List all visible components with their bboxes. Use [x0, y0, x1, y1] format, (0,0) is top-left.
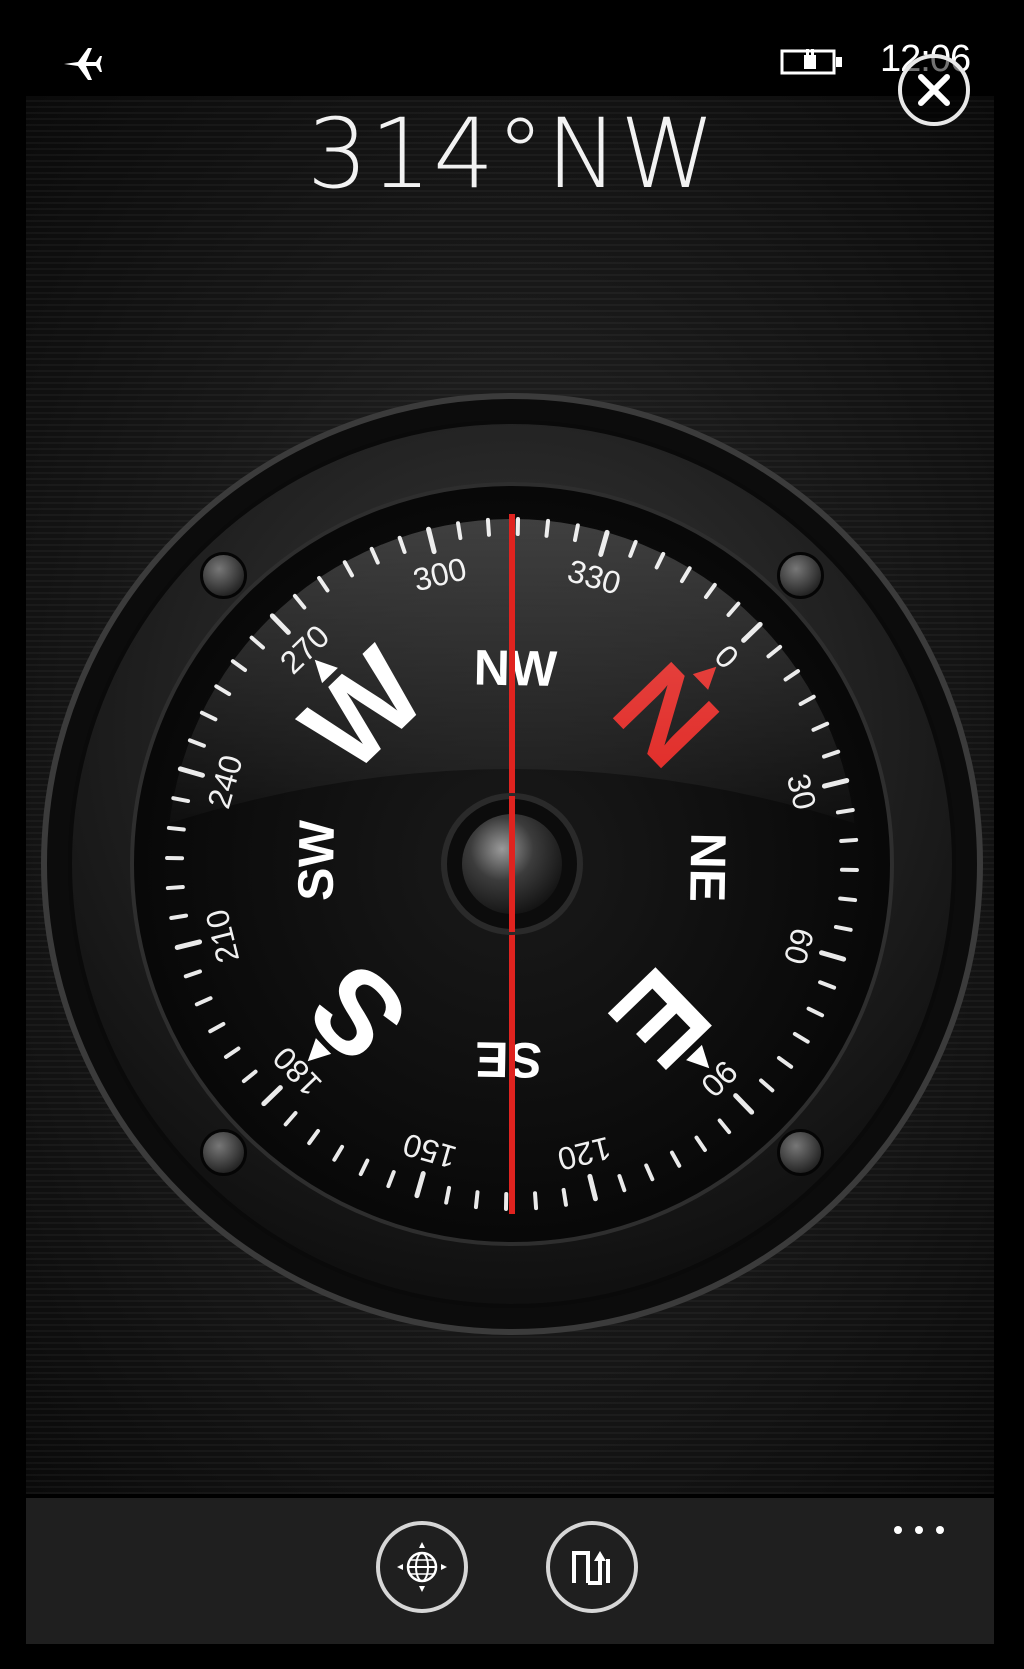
dial-tick [839, 837, 859, 843]
status-bar: 12:06 [0, 0, 1024, 100]
dial-tick [169, 913, 189, 920]
compass-dial: 0306090120150180210240270300330 NESWNESE… [41, 393, 983, 1335]
dial-tick [533, 1191, 539, 1211]
dial-tick [838, 896, 858, 903]
bezel-screw [200, 1128, 248, 1176]
calibrate-button[interactable] [546, 1521, 638, 1613]
calibrate-toggle-icon [572, 1551, 610, 1585]
airplane-icon [64, 48, 102, 80]
battery-charging-icon [780, 49, 842, 75]
more-button[interactable] [884, 1516, 954, 1544]
heading-degrees: 314° [307, 98, 547, 210]
bezel-screw [776, 552, 824, 600]
bezel-screw [776, 1128, 824, 1176]
dial-tick [833, 924, 853, 932]
intercardinal-se: SE [475, 1031, 543, 1088]
dial-tick [444, 1185, 452, 1205]
globe-map-icon [397, 1542, 447, 1592]
dial-tick [166, 825, 186, 832]
dial-tick [561, 1187, 568, 1207]
bezel-screw [200, 552, 248, 600]
heading-readout: 314°NW [0, 98, 1024, 210]
intercardinal-ne: NE [679, 832, 736, 902]
dial-tick [165, 885, 185, 891]
map-button[interactable] [376, 1521, 468, 1613]
app-bar [26, 1498, 994, 1644]
heading-direction: NW [546, 98, 717, 210]
intercardinal-sw: SW [288, 819, 345, 901]
dial-tick [473, 1190, 480, 1210]
